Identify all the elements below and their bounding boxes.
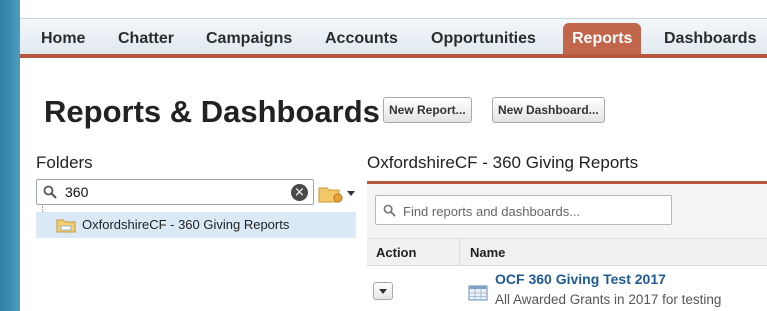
new-report-button[interactable]: New Report... xyxy=(383,97,472,123)
search-icon xyxy=(43,185,57,199)
column-divider xyxy=(459,239,460,267)
report-table-icon xyxy=(468,285,488,301)
table-header: Action Name xyxy=(367,238,767,267)
tab-bar: Home Chatter Campaigns Accounts Opportun… xyxy=(20,18,767,58)
page-title: Reports & Dashboards xyxy=(44,94,380,129)
folder-icon xyxy=(56,219,76,233)
tab-campaigns[interactable]: Campaigns xyxy=(206,25,292,55)
clear-search-icon[interactable]: × xyxy=(291,184,308,201)
search-icon xyxy=(383,204,396,217)
tab-bar-underline xyxy=(20,54,767,58)
folder-gear-icon[interactable] xyxy=(316,180,356,206)
folder-item-label: OxfordshireCF - 360 Giving Reports xyxy=(82,217,290,232)
reports-search-input[interactable]: Find reports and dashboards... xyxy=(375,195,672,225)
column-header-action[interactable]: Action xyxy=(376,245,416,260)
tab-accounts[interactable]: Accounts xyxy=(325,25,398,55)
row-action-button[interactable] xyxy=(373,282,393,300)
tab-reports[interactable]: Reports xyxy=(563,23,642,57)
reports-search-placeholder: Find reports and dashboards... xyxy=(403,204,581,219)
folder-title: OxfordshireCF - 360 Giving Reports xyxy=(367,153,639,172)
tab-opportunities[interactable]: Opportunities xyxy=(431,25,536,55)
folder-search-input[interactable]: 360 × xyxy=(36,179,314,205)
left-accent-stripe xyxy=(0,0,20,311)
tab-home[interactable]: Home xyxy=(41,25,85,55)
folder-item-selected[interactable]: OxfordshireCF - 360 Giving Reports xyxy=(36,212,356,238)
report-description: All Awarded Grants in 2017 for testing xyxy=(495,292,722,307)
folders-heading: Folders xyxy=(36,153,93,172)
folder-search-value: 360 xyxy=(65,184,89,200)
tab-dashboards[interactable]: Dashboards xyxy=(664,25,756,55)
tab-chatter[interactable]: Chatter xyxy=(118,25,174,55)
column-header-name[interactable]: Name xyxy=(470,245,505,260)
chevron-down-icon xyxy=(347,191,355,196)
chevron-down-icon xyxy=(379,289,387,294)
new-dashboard-button[interactable]: New Dashboard... xyxy=(492,97,605,123)
report-link[interactable]: OCF 360 Giving Test 2017 xyxy=(495,271,666,287)
